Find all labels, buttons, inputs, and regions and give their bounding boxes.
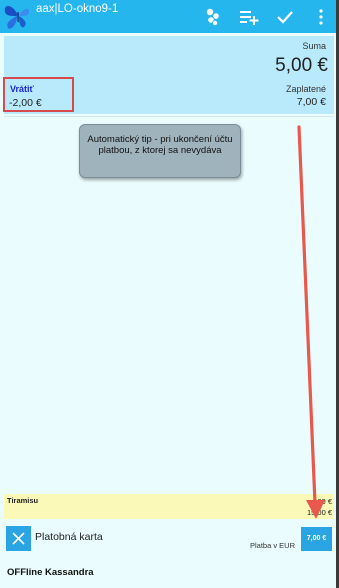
cashier-name: OFFline Kassandra	[7, 567, 94, 578]
butterfly-logo-icon	[4, 5, 30, 29]
callout-line: Automatický tip - pri ukončení účtu	[87, 134, 233, 145]
add-list-icon[interactable]	[239, 7, 259, 27]
vratit-label: Vrátiť	[10, 84, 34, 94]
vratit-value: -2,00 €	[9, 97, 42, 109]
remove-payment-button[interactable]	[6, 526, 31, 551]
tip-callout: Automatický tip - pri ukončení účtu plat…	[79, 124, 241, 178]
item-name: Tiramisu	[7, 496, 39, 505]
checkmark-icon[interactable]	[275, 7, 295, 27]
more-vert-icon[interactable]	[311, 7, 331, 27]
payment-currency-label: Platba v EUR	[250, 541, 296, 550]
close-icon	[12, 532, 25, 545]
payment-method-label: Platobná karta	[35, 531, 103, 543]
suma-value: 5,00 €	[275, 55, 328, 76]
payment-amount-button[interactable]: 7,00 €	[301, 527, 332, 551]
zaplatene-value: 7,00 €	[296, 96, 326, 108]
callout-line: platbou, z ktorej sa nevydáva	[98, 145, 222, 156]
zaplatene-label: Zaplatené	[285, 84, 326, 94]
suma-label: Suma	[302, 41, 326, 51]
list-item[interactable]: Tiramisu 00 € 15,00 €	[4, 494, 334, 519]
coins-icon[interactable]	[203, 7, 223, 27]
top-app-bar: aax|LO-okno9-1	[0, 0, 336, 33]
vratit-highlight-box: Vrátiť -2,00 €	[3, 77, 74, 112]
app-window: aax|LO-okno9-1 Suma 5,00 € Zaplatené 7,0…	[0, 0, 339, 588]
window-title: aax|LO-okno9-1	[36, 3, 119, 15]
item-price: 00 €	[317, 497, 332, 506]
payment-row: Platobná karta Platba v EUR 7,00 €	[0, 522, 336, 554]
item-total: 15,00 €	[306, 508, 332, 517]
summary-panel: Suma 5,00 € Zaplatené 7,00 € Vrátiť -2,0…	[3, 36, 334, 114]
divider	[4, 116, 334, 117]
